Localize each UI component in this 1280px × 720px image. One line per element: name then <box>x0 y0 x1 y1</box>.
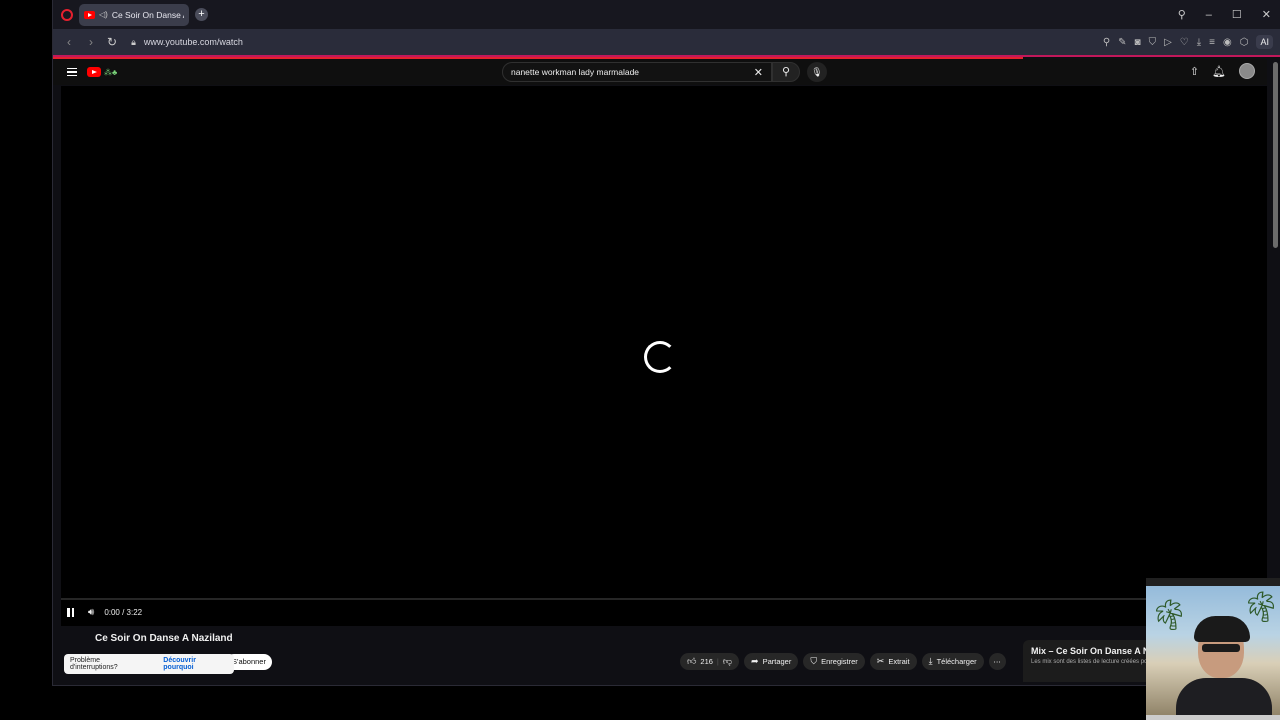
share-icon: ➦ <box>751 656 759 666</box>
opera-logo-icon[interactable] <box>61 8 73 21</box>
webcam-bottom-bar <box>1146 715 1280 720</box>
clear-search-icon[interactable]: ✕ <box>754 66 763 79</box>
window-controls: ⚲ – ☐ ✕ <box>1178 0 1271 29</box>
search-tabs-icon[interactable]: ⚲ <box>1178 8 1186 21</box>
lens-icon[interactable]: ⚲ <box>1103 37 1110 48</box>
upload-icon[interactable]: ⇧ <box>1190 65 1199 78</box>
tab-title: Ce Soir On Danse A N <box>111 9 184 20</box>
header-actions: ⇧ 🔔︎ <box>1190 63 1255 79</box>
video-player[interactable]: 🔊︎ 0:00 / 3:22 <box>61 86 1267 626</box>
tab-active[interactable]: ◁) Ce Soir On Danse A N <box>79 3 189 26</box>
close-icon[interactable]: ✕ <box>1262 8 1271 21</box>
mix-title: Mix – Ce Soir On Danse A N <box>1031 646 1149 656</box>
person-sunglasses <box>1202 644 1240 652</box>
maximize-icon[interactable]: ☐ <box>1232 8 1242 21</box>
search-query: nanette workman lady marmalade <box>511 67 640 77</box>
video-actions: 👍︎ 216 | 👎︎ ➦ Partager ⛉ Enregistrer ✂ E… <box>680 653 1006 670</box>
tab-bar: ◁) Ce Soir On Danse A N + ⚲ – ☐ ✕ <box>53 0 1280 29</box>
screen: ◁) Ce Soir On Danse A N + ⚲ – ☐ ✕ ‹ › ↻ … <box>0 0 1280 720</box>
reload-icon[interactable]: ↻ <box>107 35 117 49</box>
browser-window: ◁) Ce Soir On Danse A N + ⚲ – ☐ ✕ ‹ › ↻ … <box>52 0 1280 686</box>
video-progress-bar[interactable] <box>61 598 1147 600</box>
address-toolbar: ⚲ ✎ ◙ ⛉ ▷ ♡ ⤓ ≡ ◉ ⬡ AI <box>1103 29 1273 55</box>
like-button[interactable]: 👍︎ 216 | 👎︎ <box>680 653 740 670</box>
loading-spinner-icon <box>644 341 676 373</box>
interruption-toast: Problème d'interruptions? Découvrir pour… <box>64 654 234 674</box>
share-button[interactable]: ➦ Partager <box>744 653 799 670</box>
save-label: Enregistrer <box>821 657 858 666</box>
download-icon[interactable]: ⤓ <box>1197 37 1201 48</box>
volume-icon[interactable]: 🔊︎ <box>88 607 94 618</box>
speaker-icon[interactable]: ◁) <box>99 10 108 19</box>
bell-icon[interactable]: 🔔︎ <box>1212 65 1226 78</box>
minimize-icon[interactable]: – <box>1206 9 1212 21</box>
share-label: Partager <box>762 657 792 666</box>
scissors-icon: ✂ <box>876 656 885 666</box>
webcam-title-bar <box>1146 578 1280 586</box>
mix-playlist-panel[interactable]: Mix – Ce Soir On Danse A N Les mix sont … <box>1023 640 1149 682</box>
person-body <box>1176 678 1272 720</box>
bookmark-icon: ⛉ <box>810 656 818 666</box>
toast-link[interactable]: Découvrir pourquoi <box>163 657 228 671</box>
palm-tree-icon: 🌴︎ <box>1242 591 1280 624</box>
player-controls: 🔊︎ 0:00 / 3:22 <box>61 604 142 620</box>
ai-button[interactable]: AI <box>1256 35 1273 49</box>
camera-icon[interactable]: ◙ <box>1135 37 1141 48</box>
url-field[interactable]: www.youtube.com/watch <box>144 37 243 47</box>
edit-icon[interactable]: ✎ <box>1118 37 1126 48</box>
profile-icon[interactable]: ◉ <box>1223 37 1232 48</box>
download-label: Télécharger <box>936 657 977 666</box>
hamburger-menu-icon[interactable] <box>67 67 77 77</box>
heart-icon[interactable]: ♡ <box>1180 37 1189 48</box>
more-actions-button[interactable]: ⋯ <box>988 653 1006 670</box>
doodle-decoration-icon: ⁂♣ <box>104 67 118 77</box>
time-display: 0:00 / 3:22 <box>104 607 143 617</box>
mic-icon[interactable]: 🎙︎ <box>807 62 827 82</box>
new-tab-button[interactable]: + <box>195 8 208 21</box>
search-input[interactable]: nanette workman lady marmalade ✕ <box>502 62 772 82</box>
clip-label: Extrait <box>888 657 910 666</box>
palm-tree-icon: 🌴︎ <box>1150 599 1189 632</box>
save-button[interactable]: ⛉ Enregistrer <box>803 653 865 670</box>
thumbs-down-icon[interactable]: 👎︎ <box>723 656 732 667</box>
lock-icon[interactable]: 🔒︎ <box>131 37 136 48</box>
cube-icon[interactable]: ⬡ <box>1240 37 1249 48</box>
address-bar: ‹ › ↻ 🔒︎ www.youtube.com/watch ⚲ ✎ ◙ ⛉ ▷… <box>53 29 1280 57</box>
pause-icon[interactable] <box>67 607 74 617</box>
page-scrollbar[interactable] <box>1273 62 1278 248</box>
thumbs-up-icon: 👍︎ <box>687 656 697 666</box>
youtube-header: ⁂♣ nanette workman lady marmalade ✕ ⚲ 🎙︎… <box>53 59 1267 85</box>
webcam-overlay: 🌴︎ 🌴︎ <box>1146 578 1280 720</box>
download-button[interactable]: ⤓ Télécharger <box>921 653 984 670</box>
search-button[interactable]: ⚲ <box>772 62 800 82</box>
avatar[interactable] <box>1239 63 1255 79</box>
download-arrow-icon: ⤓ <box>928 656 933 666</box>
like-count: 216 <box>700 657 713 666</box>
play-icon[interactable]: ▷ <box>1164 37 1172 48</box>
menu-icon[interactable]: ≡ <box>1209 37 1215 48</box>
forward-icon[interactable]: › <box>85 35 97 49</box>
back-icon[interactable]: ‹ <box>63 35 75 49</box>
clip-button[interactable]: ✂ Extrait <box>869 653 917 670</box>
shield-icon[interactable]: ⛉ <box>1149 37 1157 48</box>
mix-subtitle: Les mix sont des listes de lecture créée… <box>1031 659 1148 665</box>
person-beanie <box>1194 616 1250 642</box>
toast-text: Problème d'interruptions? <box>70 657 118 671</box>
youtube-favicon-icon <box>84 10 95 19</box>
video-title: Ce Soir On Danse A Naziland <box>95 633 233 644</box>
youtube-logo-icon[interactable] <box>87 67 101 77</box>
